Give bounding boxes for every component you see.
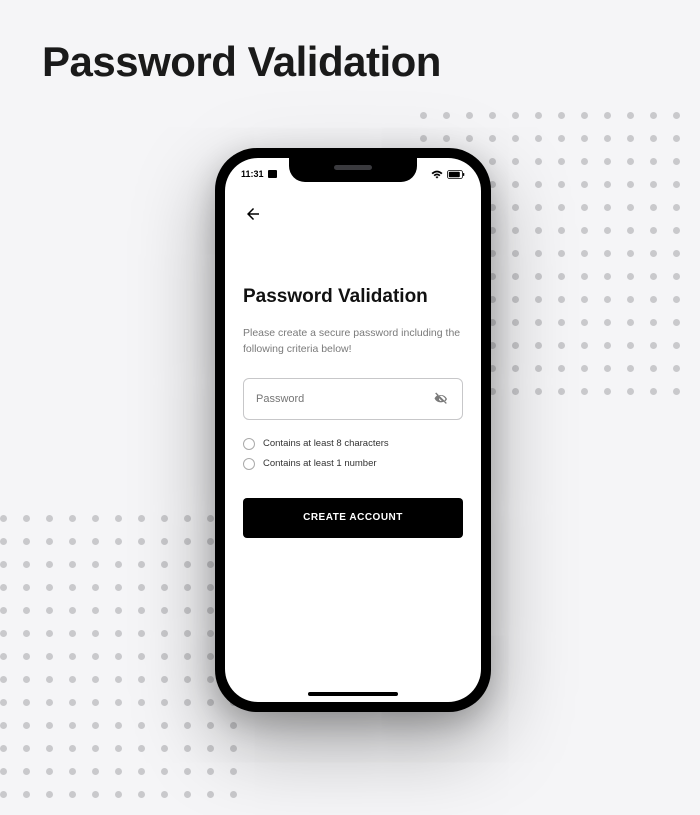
phone-speaker <box>334 165 372 170</box>
screen-content: Password Validation Please create a secu… <box>243 286 463 538</box>
criteria-item: Contains at least 8 characters <box>243 438 463 450</box>
home-indicator[interactable] <box>308 692 398 696</box>
criteria-list: Contains at least 8 characters Contains … <box>243 438 463 470</box>
battery-icon <box>447 170 465 179</box>
status-time: 11:31 <box>241 169 264 179</box>
phone-mockup: 11:31 Password Validation Please create … <box>215 148 491 712</box>
criteria-label: Contains at least 1 number <box>263 458 377 469</box>
screen-subtitle: Please create a secure password includin… <box>243 326 463 358</box>
screen-title: Password Validation <box>243 286 463 308</box>
sms-icon <box>268 170 277 178</box>
arrow-back-icon <box>244 205 262 223</box>
criteria-check-icon <box>243 458 255 470</box>
criteria-label: Contains at least 8 characters <box>263 438 389 449</box>
password-field[interactable] <box>243 378 463 420</box>
toggle-visibility-button[interactable] <box>432 390 450 408</box>
phone-screen: 11:31 Password Validation Please create … <box>225 158 481 702</box>
wifi-icon <box>431 170 443 179</box>
page-title: Password Validation <box>42 38 441 86</box>
status-right <box>431 170 465 179</box>
password-input[interactable] <box>256 393 432 405</box>
eye-off-icon <box>433 391 449 407</box>
status-left: 11:31 <box>241 169 277 179</box>
back-button[interactable] <box>241 202 265 226</box>
criteria-item: Contains at least 1 number <box>243 458 463 470</box>
criteria-check-icon <box>243 438 255 450</box>
phone-notch <box>289 158 417 182</box>
create-account-button[interactable]: CREATE ACCOUNT <box>243 498 463 538</box>
